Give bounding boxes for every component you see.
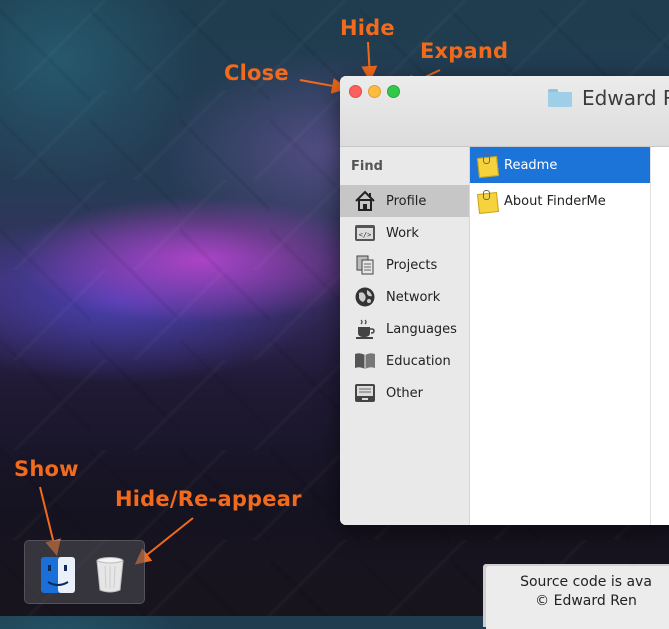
close-annotation: Close [224,61,289,85]
file-item-label: About FinderMe [504,193,606,209]
finder-icon[interactable] [41,557,75,593]
expand-annotation: Expand [420,39,509,63]
notice-line-1: Source code is ava [520,574,652,590]
expand-button[interactable] [387,85,400,98]
sidebar-item-languages[interactable]: Languages [340,313,469,345]
sidebar-item-label: Education [386,353,451,369]
documents-icon [354,254,376,276]
sidebar-item-label: Profile [386,193,427,209]
file-item-about-finderme[interactable]: About FinderMe [470,183,650,219]
title-bar[interactable]: Edward Re [340,76,669,147]
sidebar-item-label: Languages [386,321,457,337]
note-icon [476,190,499,214]
dock [24,540,145,604]
file-item-label: Readme [504,157,558,173]
trash-icon[interactable] [95,557,125,593]
coffee-cup-icon [354,318,376,340]
source-code-notice: Source code is ava © Edward Ren [486,566,669,629]
house-icon [354,190,376,212]
show-annotation: Show [14,457,79,481]
hide-reappear-arrow [134,517,194,565]
sidebar-item-education[interactable]: Education [340,345,469,377]
file-item-readme[interactable]: Readme [470,147,650,183]
file-list: Readme About FinderMe [470,147,651,525]
window-title: Edward Re [548,86,669,110]
globe-icon [354,286,376,308]
window-title-text: Edward Re [582,86,669,110]
open-book-icon [354,350,376,372]
notice-line-2: © Edward Ren [535,593,637,609]
hide-annotation: Hide [340,16,395,40]
finder-window: Edward Re Find Profile </> Work Pr [340,76,669,525]
sidebar-item-label: Network [386,289,441,305]
sidebar-item-label: Other [386,385,423,401]
minimize-button[interactable] [368,85,381,98]
sidebar-heading: Find [351,159,383,174]
sidebar-item-work[interactable]: </> Work [340,217,469,249]
sidebar-item-profile[interactable]: Profile [340,185,469,217]
sidebar-item-projects[interactable]: Projects [340,249,469,281]
sidebar-item-label: Work [386,225,419,241]
note-icon [476,154,499,178]
hide-arrow [361,41,378,82]
code-window-icon: </> [354,222,376,244]
close-button[interactable] [349,85,362,98]
drawer-icon [354,382,376,404]
svg-text:</>: </> [359,231,372,239]
hide-reappear-annotation: Hide/Re-appear [115,487,302,511]
sidebar: Find Profile </> Work Projects Network L… [340,147,470,525]
sidebar-item-network[interactable]: Network [340,281,469,313]
folder-icon [548,89,572,107]
sidebar-item-other[interactable]: Other [340,377,469,409]
sidebar-item-label: Projects [386,257,438,273]
close-arrow [299,77,348,94]
